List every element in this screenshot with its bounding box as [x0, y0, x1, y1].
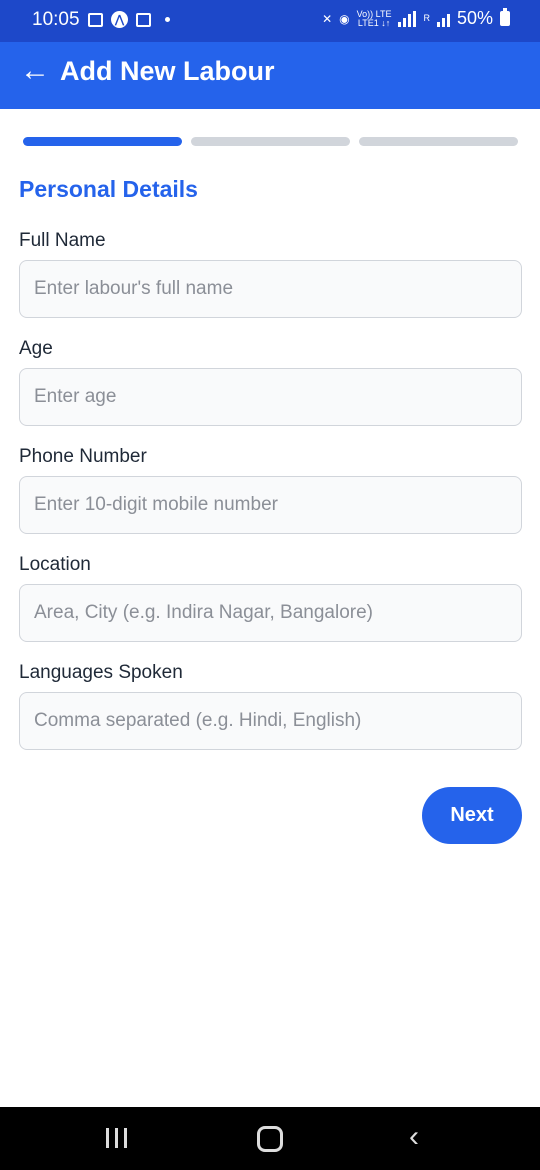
status-time: 10:05 — [32, 9, 80, 30]
lte-bottom: LTE1 ↓↑ — [357, 17, 391, 28]
nav-back-icon[interactable]: ‹ — [409, 1120, 419, 1154]
back-arrow-icon[interactable]: ← — [20, 56, 50, 86]
section-title: Personal Details — [19, 176, 198, 202]
phone-number-input[interactable] — [19, 476, 522, 534]
next-button[interactable]: Next — [422, 787, 522, 844]
home-icon[interactable] — [257, 1126, 283, 1152]
mute-icon: ✕ — [322, 11, 333, 26]
calendar-icon — [136, 12, 151, 27]
age-input[interactable] — [19, 368, 522, 426]
gallery-icon — [88, 12, 103, 27]
progress-step-1 — [23, 137, 182, 146]
notification-icons: ⋀ — [88, 11, 170, 28]
app-notification-icon: ⋀ — [111, 11, 128, 28]
full-name-input[interactable] — [19, 260, 522, 318]
volte-icon: Vo)) LTE LTE1 ↓↑ — [357, 9, 392, 28]
hotspot-icon: ◉ — [339, 11, 350, 26]
progress-step-2 — [191, 137, 350, 146]
system-nav-bar: ‹ — [0, 1107, 540, 1170]
battery-percent: 50% — [456, 8, 493, 28]
more-notifications-dot-icon — [165, 17, 170, 22]
status-bar: 10:05 ⋀ ✕ ◉ Vo)) LTE LTE1 ↓↑ R 50% — [0, 0, 540, 42]
signal-2-icon — [436, 11, 450, 27]
step-progress — [23, 137, 518, 146]
location-input[interactable] — [19, 584, 522, 642]
battery-icon — [500, 8, 510, 26]
full-name-label: Full Name — [19, 230, 106, 251]
languages-label: Languages Spoken — [19, 662, 183, 683]
signal-icon — [398, 10, 417, 27]
languages-input[interactable] — [19, 692, 522, 750]
phone-number-label: Phone Number — [19, 446, 147, 467]
system-icons: ✕ ◉ Vo)) LTE LTE1 ↓↑ R 50% — [322, 8, 510, 29]
roaming-indicator: R — [423, 13, 430, 23]
progress-step-3 — [359, 137, 518, 146]
age-label: Age — [19, 338, 53, 359]
location-label: Location — [19, 554, 91, 575]
recent-apps-icon[interactable] — [106, 1128, 127, 1148]
page-title: Add New Labour — [60, 56, 275, 86]
app-bar: ← Add New Labour — [0, 42, 540, 109]
